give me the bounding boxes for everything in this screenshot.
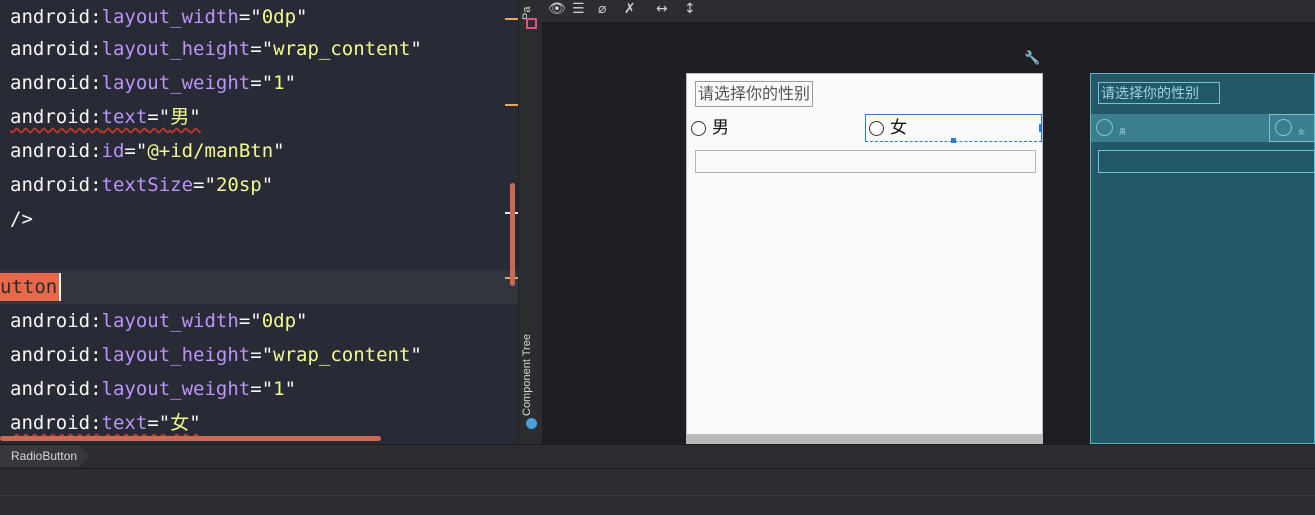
code-line: android:id="@+id/manBtn" [10,140,285,162]
design-toolbar: 👁 ☰ ⌀ ✗ ↔ ↕ [542,0,1315,22]
component-tree-icon[interactable] [526,418,537,429]
resize-handle[interactable] [951,138,956,143]
status-panel [0,468,1315,496]
code-line: android:layout_height="wrap_content" [10,344,422,366]
code-line: android:layout_weight="1" [10,72,297,94]
magnet-off-icon[interactable]: ⌀ [598,0,606,18]
radio-male-label: 男 [712,118,729,138]
code-line: android:layout_width="0dp" [10,6,308,28]
status-bar [0,495,1315,515]
vertical-scrollbar[interactable] [510,183,515,286]
selected-tag[interactable]: utton [0,273,62,301]
breadcrumb [0,444,1315,469]
clear-constraints-icon[interactable]: ✗ [624,0,636,18]
component-tree-tab[interactable]: Component Tree [521,324,539,416]
code-line: android:layout_weight="1" [10,378,297,400]
blueprint-radio-icon [1096,119,1113,136]
blueprint-edittext[interactable] [1098,150,1315,173]
blueprint-radio-male-label: 男 [1119,128,1126,136]
code-editor[interactable]: android:layout_width="0dp" android:layou… [0,0,518,444]
code-line: android:textSize="20sp" [10,174,274,196]
gutter-marker[interactable] [505,18,518,20]
radio-circle-icon [691,121,706,136]
wrench-icon[interactable]: 🔧 [1024,51,1040,66]
code-line: android:text="男" [10,106,201,128]
blueprint-radio-female-label: 女 [1298,128,1305,136]
eye-icon[interactable]: 👁 [548,0,566,18]
code-line: /> [10,208,33,230]
palette-icon[interactable] [526,18,537,29]
code-line: android:layout_width="0dp" [10,310,308,332]
gutter-marker[interactable] [505,104,518,106]
phone-bottom-bar [686,434,1043,444]
preview-title-text[interactable]: 请选择你的性别 [695,81,814,107]
code-line: android:text="女" [10,412,201,434]
preview-edittext[interactable] [695,150,1036,173]
vertical-resize-icon[interactable]: ↕ [684,0,696,18]
breadcrumb-item[interactable]: RadioButton [0,445,90,467]
horizontal-resize-icon[interactable]: ↔ [656,0,668,18]
code-line: android:layout_height="wrap_content" [10,38,422,60]
resize-handle[interactable] [1039,124,1042,132]
radio-male[interactable]: 男 [691,114,729,142]
horizontal-scrollbar[interactable] [0,436,381,441]
current-line-highlight [0,270,518,304]
blueprint-radio-icon [1275,119,1292,136]
blueprint-title-text[interactable]: 请选择你的性别 [1098,82,1220,104]
layers-icon[interactable]: ☰ [572,0,585,18]
